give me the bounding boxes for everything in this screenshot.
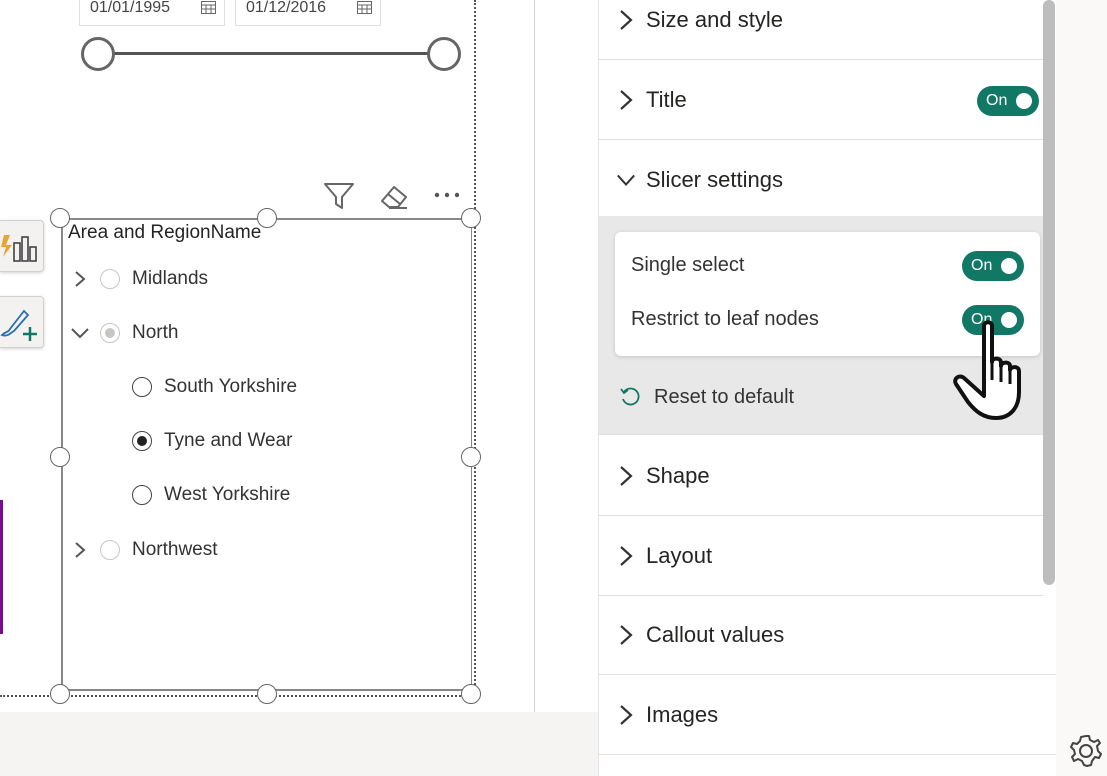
format-visual-button[interactable] [0,296,44,348]
filter-icon[interactable] [322,181,356,216]
pane-scrollbar[interactable] [1043,0,1055,585]
section-label: Layout [646,542,713,568]
chevron-right-icon[interactable] [70,540,90,560]
resize-handle-bottom-right[interactable] [461,684,481,704]
gear-icon [1070,735,1102,767]
title-toggle[interactable]: On [977,86,1039,116]
range-end-handle[interactable] [427,37,461,71]
page-boundary-bottom [0,695,476,697]
radio-button[interactable] [100,269,120,289]
chevron-right-icon[interactable] [616,89,636,111]
section-callout-values[interactable]: Callout values [598,595,1056,675]
page-tabs-bar [0,712,600,776]
chevron-right-icon[interactable] [616,465,636,487]
chevron-down-icon[interactable] [70,323,90,343]
single-select-label: Single select [631,254,745,276]
range-start-handle[interactable] [81,37,115,71]
chevron-right-icon[interactable] [70,269,90,289]
tree-item-south-yorkshire[interactable]: South Yorkshire [132,372,297,402]
toggle-state-label: On [971,257,993,274]
pane-divider [534,0,535,712]
selected-dot [137,436,147,446]
visual-edge-accent [0,500,3,634]
radio-button[interactable] [132,377,152,397]
restrict-leaf-nodes-label: Restrict to leaf nodes [631,308,819,330]
tree-item-label: West Yorkshire [164,484,291,505]
section-label: Size and style [646,6,783,32]
end-date-value: 01/12/2016 [246,0,327,16]
tree-item-label: Tyne and Wear [164,430,293,451]
start-date-input[interactable]: 01/01/1995 [79,0,225,26]
reset-to-default-button[interactable]: Reset to default [619,382,794,412]
resize-handle-top-right[interactable] [461,208,481,228]
section-slicer-settings[interactable]: Slicer settings [598,140,1043,220]
pane-side-strip [1056,0,1107,776]
chevron-right-icon[interactable] [616,545,636,567]
section-images[interactable]: Images [598,675,1056,755]
calendar-icon[interactable] [357,1,372,14]
resize-handle-bottom[interactable] [257,684,277,704]
toggle-knob [1016,93,1032,109]
section-label: Slicer settings [646,167,783,192]
paintbrush-icon [0,309,37,341]
end-date-input[interactable]: 01/12/2016 [235,0,381,26]
chevron-right-icon[interactable] [616,624,636,646]
radio-button[interactable] [132,485,152,505]
eraser-icon[interactable] [377,181,411,216]
resize-handle-bottom-left[interactable] [50,684,70,704]
section-label: Images [646,701,719,727]
chevron-right-icon[interactable] [616,704,636,726]
partial-selection-dot [105,328,115,338]
section-shape[interactable]: Shape [598,436,1043,516]
visual-header-toolbar [322,181,472,213]
build-visual-button[interactable] [0,220,44,272]
tree-item-north[interactable]: North [70,318,178,348]
resize-handle-right[interactable] [461,447,481,467]
tree-item-northwest[interactable]: Northwest [70,535,218,565]
radio-button[interactable] [100,323,120,343]
calendar-icon[interactable] [201,1,216,14]
chevron-down-icon[interactable] [616,169,636,191]
resize-handle-top-left[interactable] [50,208,70,228]
slicer-header: Area and RegionName [68,222,262,243]
tree-item-midlands[interactable]: Midlands [70,264,208,294]
section-size-and-style[interactable]: Size and style [598,0,1043,60]
single-select-toggle[interactable]: On [962,251,1024,281]
tree-item-label: South Yorkshire [164,376,298,397]
report-canvas: 01/01/1995 01/12/2016 Area and RegionNam… [0,0,535,776]
hand-cursor-icon [953,320,1021,420]
radio-button-selected[interactable] [132,431,152,451]
section-layout[interactable]: Layout [598,516,1043,596]
settings-button[interactable] [1066,730,1106,772]
toggle-knob [1001,258,1017,274]
chevron-right-icon[interactable] [616,9,636,31]
tree-item-label: Midlands [132,268,209,289]
section-label: Callout values [646,621,785,647]
reset-icon [620,387,640,406]
section-label: Shape [646,462,710,488]
tree-item-label: Northwest [132,539,218,560]
toggle-state-label: On [986,92,1008,109]
radio-button[interactable] [100,540,120,560]
resize-handle-left[interactable] [50,447,70,467]
build-visual-icon [1,235,37,262]
tree-item-west-yorkshire[interactable]: West Yorkshire [132,480,290,510]
section-label: Title [646,86,687,112]
start-date-value: 01/01/1995 [90,0,171,16]
more-options-icon[interactable] [432,187,466,212]
date-range-track[interactable] [98,52,444,55]
tree-item-label: North [132,322,179,343]
tree-item-tyne-and-wear[interactable]: Tyne and Wear [132,426,293,456]
page-boundary-right [474,0,476,697]
reset-label: Reset to default [654,385,795,408]
